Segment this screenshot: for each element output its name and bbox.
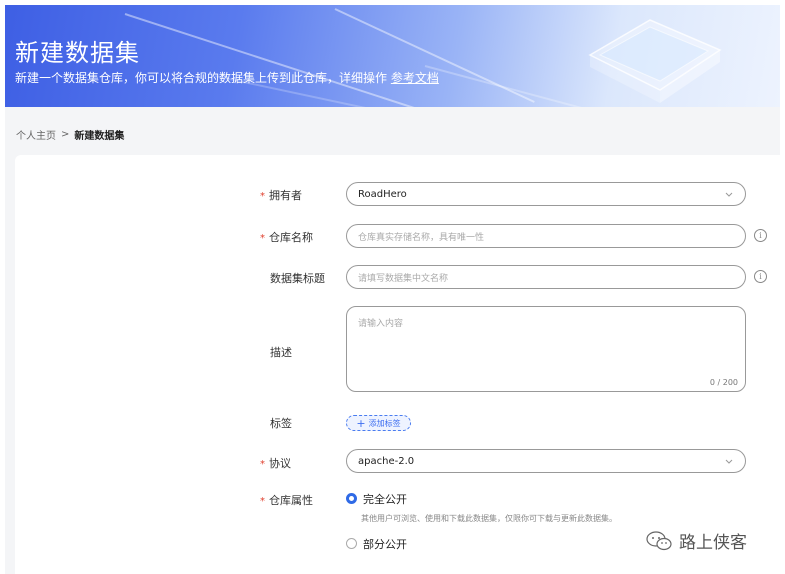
- breadcrumb: 个人主页 > 新建数据集: [16, 127, 124, 142]
- repo-name-placeholder: 仓库真实存储名称，具有唯一性: [358, 232, 485, 243]
- license-select-value: apache-2.0: [358, 455, 415, 467]
- visibility-label-text: 仓库属性: [269, 494, 313, 507]
- license-select[interactable]: apache-2.0: [346, 449, 746, 473]
- radio-partial-public-label[interactable]: 部分公开: [363, 536, 407, 552]
- wechat-icon: [646, 530, 672, 550]
- page-banner: 新建数据集 新建一个数据集仓库，你可以将合规的数据集上传到此仓库，详细操作 参考…: [5, 5, 780, 107]
- reference-doc-link[interactable]: 参考文档: [391, 71, 439, 85]
- banner-decoration: [124, 13, 440, 107]
- dataset-title-input[interactable]: 请填写数据集中文名称: [346, 265, 746, 289]
- description-placeholder: 请输入内容: [358, 319, 404, 329]
- breadcrumb-home-link[interactable]: 个人主页: [16, 127, 56, 142]
- dataset-title-placeholder: 请填写数据集中文名称: [358, 273, 449, 284]
- description-label: 描述: [270, 346, 292, 359]
- breadcrumb-separator: >: [61, 129, 70, 140]
- repo-name-label: * 仓库名称: [260, 229, 313, 245]
- license-label-text: 协议: [269, 457, 291, 470]
- owner-label: * 拥有者: [260, 187, 302, 203]
- license-label: * 协议: [260, 455, 291, 471]
- required-mark: *: [260, 496, 265, 507]
- plus-icon: +: [356, 416, 366, 430]
- breadcrumb-current: 新建数据集: [74, 131, 125, 142]
- info-icon[interactable]: i: [754, 229, 767, 242]
- radio-public[interactable]: [346, 493, 357, 504]
- page-description: 新建一个数据集仓库，你可以将合规的数据集上传到此仓库，详细操作 参考文档: [15, 69, 439, 86]
- watermark: 路上侠客: [645, 528, 747, 553]
- owner-label-text: 拥有者: [269, 189, 302, 202]
- description-textarea[interactable]: 请输入内容 0 / 200: [346, 306, 746, 392]
- required-mark: *: [260, 191, 265, 202]
- add-tag-button[interactable]: + 添加标签: [346, 415, 411, 431]
- required-mark: *: [260, 233, 265, 244]
- chevron-down-icon: [725, 459, 733, 464]
- chevron-down-icon: [725, 192, 733, 197]
- banner-description-text: 新建一个数据集仓库，你可以将合规的数据集上传到此仓库，详细操作: [15, 71, 388, 85]
- radio-public-hint: 其他用户可浏览、使用和下载此数据集，仅限你可下载与更新此数据集。: [361, 514, 617, 523]
- visibility-label: * 仓库属性: [260, 492, 313, 508]
- radio-partial-public[interactable]: [346, 538, 357, 549]
- owner-select-value: RoadHero: [358, 188, 407, 200]
- banner-cube-illustration: [588, 19, 722, 103]
- watermark-text: 路上侠客: [679, 533, 747, 553]
- radio-public-label[interactable]: 完全公开: [363, 491, 407, 507]
- dataset-title-label: 数据集标题: [270, 272, 325, 285]
- character-counter: 0 / 200: [709, 378, 738, 387]
- repo-name-input[interactable]: 仓库真实存储名称，具有唯一性: [346, 224, 746, 248]
- info-icon[interactable]: i: [754, 270, 767, 283]
- owner-select[interactable]: RoadHero: [346, 182, 746, 206]
- repo-name-label-text: 仓库名称: [269, 231, 313, 244]
- tags-label: 标签: [270, 417, 292, 430]
- page-title: 新建数据集: [15, 39, 140, 67]
- add-tag-label: 添加标签: [368, 418, 401, 428]
- required-mark: *: [260, 459, 265, 470]
